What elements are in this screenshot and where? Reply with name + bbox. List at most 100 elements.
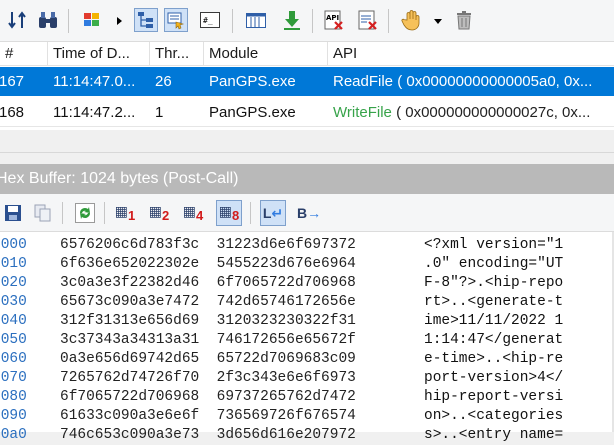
columns-icon[interactable]	[244, 8, 268, 32]
hex-row: 0060 0a3e656d69742d65 65722d7069683c09 e-t…	[0, 350, 614, 369]
main-toolbar: #_ API	[0, 0, 614, 42]
hex-address: 0070	[0, 370, 27, 386]
hex-address: 0020	[0, 275, 27, 291]
row-time: 11:14:47.2...	[53, 104, 136, 121]
save-icon[interactable]	[0, 200, 26, 226]
panel-splitter[interactable]	[0, 152, 614, 164]
toolbar-separator	[104, 202, 105, 224]
arrow-right-icon: →	[307, 205, 322, 221]
toolbar-separator	[62, 202, 63, 224]
hex-bytes: 3c37343a34313a31 746172656e65672f	[60, 332, 356, 348]
hex-bytes: 61633c090a3e6e6f 736569726f676574	[60, 408, 356, 424]
hex-bytes: 3c0a3e3f22382d46 6f7065722d706968	[60, 275, 356, 291]
colors-menu-arrow-icon[interactable]	[117, 17, 122, 25]
hex-address: 0090	[0, 408, 27, 424]
hex-buffer-title-text: Hex Buffer: 1024 bytes (Post-Call)	[0, 170, 239, 187]
hex-ascii: ime>11/11/2022 1	[424, 313, 564, 329]
download-icon[interactable]	[280, 8, 304, 32]
big-endian-button[interactable]: B→	[296, 200, 322, 226]
word-size-8-label: 8	[232, 207, 240, 223]
hex-ascii: 1:14:47</generat	[424, 332, 564, 348]
hex-row: 0010 6f636e652022302e 5455223d676e6964 .0"…	[0, 255, 614, 274]
word-size-2-button[interactable]: ▦2	[146, 200, 172, 226]
hand-menu-arrow-icon[interactable]	[434, 19, 442, 24]
hex-toolbar: ▦1 ▦2 ▦4 ▦8 L↵ B→	[0, 194, 614, 232]
row-number: 168	[0, 104, 25, 121]
row-module: PanGPS.exe	[209, 104, 296, 121]
row-module: PanGPS.exe	[209, 73, 296, 90]
hex-bytes: 65673c090a3e7472 742d65746172656e	[60, 294, 356, 310]
word-size-4-label: 4	[196, 207, 204, 223]
hex-row: 0000 6576206c6d783f3c 31223d6e6f697372 <?x…	[0, 236, 614, 255]
row-thread: 26	[155, 73, 172, 90]
hex-bytes: 312f31313e656d69 3120323230322f31	[60, 313, 356, 329]
hex-address: 0050	[0, 332, 27, 348]
api-arguments: ( 0x000000000000027c, 0x...	[391, 104, 591, 121]
sort-icon[interactable]	[6, 8, 30, 32]
hex-ascii: F-8"?>.<hip-repo	[424, 275, 564, 291]
hex-row: 0080 6f7065722d706968 69737265762d7472 hip…	[0, 388, 614, 407]
refresh-icon[interactable]	[72, 200, 98, 226]
word-size-8-button[interactable]: ▦8	[216, 200, 242, 226]
little-endian-button[interactable]: L↵	[260, 200, 286, 226]
hex-ascii: hip-report-versi	[424, 389, 564, 405]
word-size-4-button[interactable]: ▦4	[180, 200, 206, 226]
hex-ascii: e-time>..<hip-re	[424, 351, 564, 367]
api-capture-icon[interactable]: API	[322, 8, 346, 32]
hex-ascii: rt>..<generate-t	[424, 294, 564, 310]
binoculars-icon[interactable]	[36, 8, 60, 32]
hex-buffer-title: Hex Buffer: 1024 bytes (Post-Call)	[0, 164, 614, 194]
hex-bytes: 7265762d74726f70 2f3c343e6e6f6973	[60, 370, 356, 386]
toolbar-separator	[250, 202, 251, 224]
hex-address: 0010	[0, 256, 27, 272]
toolbar-separator	[312, 9, 313, 33]
svg-text:#_: #_	[203, 16, 213, 25]
console-icon[interactable]: #_	[198, 8, 222, 32]
hex-bytes: 746c653c090a3e73 3d656d616e207972	[60, 427, 356, 443]
word-size-2-label: 2	[162, 207, 170, 223]
hex-address: 0060	[0, 351, 27, 367]
hex-dump-view[interactable]: 0000 6576206c6d783f3c 31223d6e6f697372 <?x…	[0, 232, 614, 443]
hex-ascii: .0" encoding="UT	[424, 256, 564, 272]
hex-row: 0070 7265762d74726f70 2f3c343e6e6f6973 por…	[0, 369, 614, 388]
toolbar-separator	[232, 9, 233, 33]
row-number: 167	[0, 73, 25, 90]
filter-icon[interactable]	[164, 8, 188, 32]
column-header-time[interactable]: Time of D...	[48, 42, 150, 65]
word-size-1-label: 1	[128, 207, 136, 223]
toolbar-separator	[388, 9, 389, 33]
hex-ascii: <?xml version="1	[424, 237, 564, 253]
hand-icon[interactable]	[400, 8, 424, 32]
hex-bytes: 6576206c6d783f3c 31223d6e6f697372	[60, 237, 356, 253]
row-time: 11:14:47.0...	[53, 73, 136, 90]
api-function-name: ReadFile	[333, 73, 394, 90]
table-row[interactable]: 168 11:14:47.2... 1 PanGPS.exe WriteFile…	[0, 98, 614, 127]
tree-view-icon[interactable]	[134, 8, 158, 32]
column-header-thread[interactable]: Thr...	[150, 42, 204, 65]
api-clear-icon[interactable]	[356, 8, 380, 32]
column-header-number[interactable]: #	[0, 42, 48, 65]
trash-icon[interactable]	[452, 8, 476, 32]
column-header-module[interactable]: Module	[204, 42, 328, 65]
column-header-api[interactable]: API	[328, 42, 614, 65]
word-size-1-button[interactable]: ▦1	[112, 200, 138, 226]
hex-ascii: s>..<entry name=	[424, 427, 564, 443]
hex-address: 0000	[0, 237, 27, 253]
copy-icon[interactable]	[30, 200, 56, 226]
hex-address: 0030	[0, 294, 27, 310]
table-row[interactable]: 167 11:14:47.0... 26 PanGPS.exe ReadFile…	[0, 67, 614, 96]
hex-address: 0040	[0, 313, 27, 329]
hex-row: 0040 312f31313e656d69 3120323230322f31 ime…	[0, 312, 614, 331]
svg-text:API: API	[326, 14, 339, 22]
arrow-left-icon: ↵	[271, 204, 284, 221]
row-thread: 1	[155, 104, 164, 121]
hex-ascii: on>..<categories	[424, 408, 564, 424]
hex-row: 0090 61633c090a3e6e6f 736569726f676574 on>…	[0, 407, 614, 426]
api-arguments: ( 0x00000000000005a0, 0x...	[393, 73, 593, 90]
colors-icon[interactable]	[80, 8, 104, 32]
row-api: ReadFile ( 0x00000000000005a0, 0x...	[328, 67, 614, 96]
hex-address: 0080	[0, 389, 27, 405]
table-header: # Time of D... Thr... Module API	[0, 42, 614, 66]
hex-row: 0020 3c0a3e3f22382d46 6f7065722d706968 F-8…	[0, 274, 614, 293]
big-endian-label: B	[296, 205, 308, 221]
